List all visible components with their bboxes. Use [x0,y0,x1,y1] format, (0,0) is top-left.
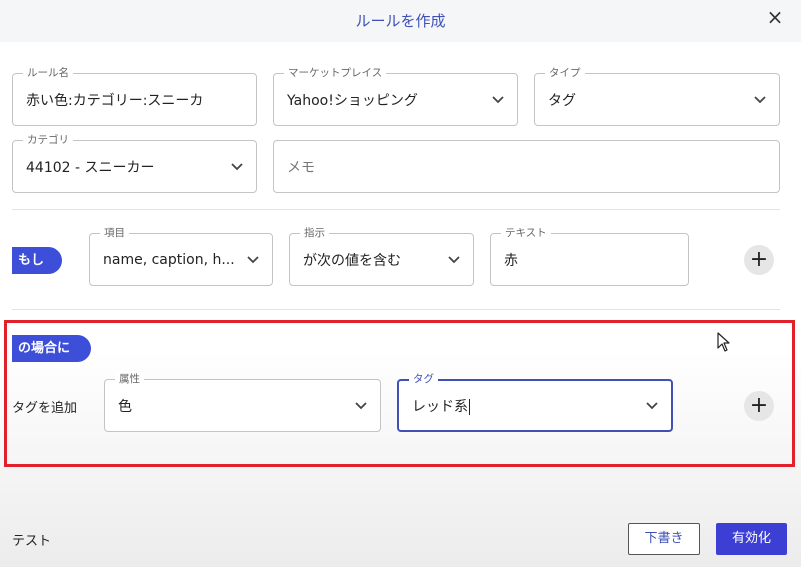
condition-text-input[interactable]: テキスト 赤 [490,226,689,286]
mouse-cursor-icon [717,332,730,352]
condition-text-value: 赤 [504,252,518,269]
marketplace-label: マーケットプレイス [284,66,387,80]
highlight-box [4,320,795,467]
divider [12,309,780,310]
memo-input[interactable]: メモ [273,140,780,193]
condition-text-label: テキスト [501,226,551,240]
condition-operator-value: が次の値を含む [303,252,401,269]
chevron-down-icon [231,162,243,170]
close-icon[interactable]: × [764,6,786,28]
enable-button[interactable]: 有効化 [716,523,787,555]
memo-placeholder: メモ [287,159,315,176]
condition-operator-label: 指示 [300,226,329,240]
chevron-down-icon [247,255,259,263]
condition-item-select[interactable]: 項目 name, caption, h... [89,226,273,286]
type-value: タグ [548,92,576,109]
chevron-down-icon [754,95,766,103]
chevron-down-icon [492,95,504,103]
if-badge: もし [12,247,62,274]
draft-button[interactable]: 下書き [628,523,700,555]
category-label: カテゴリ [23,133,73,147]
type-select[interactable]: タイプ タグ [534,66,780,126]
divider [12,209,780,210]
rule-name-value: 赤い色:カテゴリー:スニーカ [26,92,204,109]
dialog-title: ルールを作成 [355,12,446,30]
rule-name-label: ルール名 [23,66,73,80]
marketplace-select[interactable]: マーケットプレイス Yahoo!ショッピング [273,66,518,126]
condition-item-value: name, caption, h... [103,251,235,268]
marketplace-value: Yahoo!ショッピング [287,92,418,109]
condition-operator-select[interactable]: 指示 が次の値を含む [289,226,474,286]
rule-name-field[interactable]: ルール名 赤い色:カテゴリー:スニーカ [12,66,257,126]
category-value: 44102 - スニーカー [26,159,155,176]
type-label: タイプ [545,66,585,80]
category-select[interactable]: カテゴリ 44102 - スニーカー [12,133,257,193]
chevron-down-icon [448,255,460,263]
dialog-header: ルールを作成 × [0,0,801,42]
test-label[interactable]: テスト [12,530,51,549]
add-condition-button[interactable]: + [744,245,774,275]
condition-item-label: 項目 [100,226,129,240]
